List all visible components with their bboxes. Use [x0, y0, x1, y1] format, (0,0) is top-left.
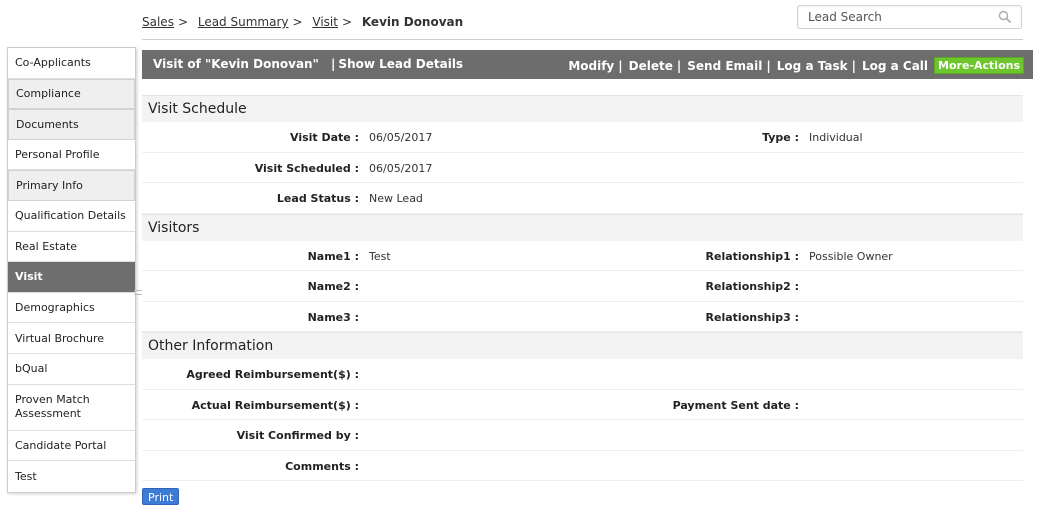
sidebar-item-virtual-brochure[interactable]: Virtual Brochure	[8, 323, 135, 354]
sidebar-item-visit[interactable]: Visit	[8, 262, 135, 293]
visit-date-value: 06/05/2017	[369, 131, 433, 144]
field-row: Lead Status : New Lead	[142, 183, 1023, 214]
name3-label: Name3 :	[307, 310, 359, 324]
action-bar: Visit of "Kevin Donovan" | Show Lead Deta…	[142, 50, 1033, 79]
breadcrumb: Sales > Lead Summary > Visit > Kevin Donova…	[142, 15, 463, 29]
search-icon[interactable]	[998, 10, 1012, 24]
action-separator: |	[331, 57, 336, 71]
sidebar-item-label: Primary Info	[16, 179, 83, 193]
relationship2-label: Relationship2 :	[705, 280, 799, 293]
field-row: Actual Reimbursement($) : Payment Sent d…	[142, 390, 1023, 420]
sidebar-item-demographics[interactable]: Demographics	[8, 292, 135, 324]
visit-confirmed-by-label: Visit Confirmed by :	[236, 429, 359, 442]
name1-value: Test	[369, 249, 391, 263]
sidebar-item-compliance[interactable]: Compliance	[8, 78, 135, 110]
breadcrumb-separator: >	[292, 15, 303, 29]
actual-reimbursement-label: Actual Reimbursement($) :	[191, 398, 359, 412]
section-title-visitors: Visitors	[142, 213, 1023, 241]
sidebar-item-label: Candidate Portal	[15, 438, 107, 452]
field-row: Agreed Reimbursement($) :	[142, 359, 1023, 390]
log-a-task-link[interactable]: Log a Task	[777, 59, 848, 73]
print-button[interactable]: Print	[142, 488, 180, 505]
type-value: Individual	[809, 131, 863, 144]
lead-status-value: New Lead	[369, 192, 423, 205]
relationship1-label: Relationship1 :	[705, 249, 799, 263]
lead-status-label: Lead Status :	[276, 192, 359, 205]
breadcrumb-separator: >	[177, 15, 189, 29]
sidebar-item-proven-match-assessment[interactable]: Proven Match Assessment	[8, 384, 135, 431]
field-row: Visit Confirmed by :	[142, 420, 1023, 451]
lead-search-box	[797, 5, 1022, 29]
log-a-call-link[interactable]: Log a Call	[862, 59, 928, 73]
relationship3-label: Relationship3 :	[705, 310, 799, 324]
modify-link[interactable]: Modify	[568, 59, 614, 73]
field-row: Visit Date : 06/05/2017 Type : Individua…	[142, 122, 1023, 153]
sidebar-item-label: Qualification Details	[15, 209, 126, 223]
record-title: Visit of "Kevin Donovan"	[153, 57, 319, 71]
sidebar-item-label: Documents	[16, 117, 79, 131]
field-row: Name2 : Relationship2 :	[142, 271, 1023, 302]
sidebar-item-primary-info[interactable]: Primary Info	[8, 170, 135, 201]
sidebar-item-label: Virtual Brochure	[15, 331, 105, 345]
sidebar-item-label: Demographics	[15, 301, 95, 315]
sidebar-item-label: Proven Match Assessment	[15, 393, 90, 421]
sidebar-item-real-estate[interactable]: Real Estate	[8, 231, 135, 263]
sidebar-item-label: bQual	[15, 362, 48, 376]
sidebar-item-candidate-portal[interactable]: Candidate Portal	[8, 430, 135, 462]
breadcrumb-sales-link[interactable]: Sales	[142, 15, 174, 29]
header-divider	[142, 39, 1023, 40]
section-title-other-information: Other Information	[142, 332, 1023, 359]
field-row: Name1 : Test Relationship1 : Possible Ow…	[142, 241, 1023, 271]
breadcrumb-lead-summary-link[interactable]: Lead Summary	[198, 15, 289, 29]
sidebar: Co-Applicants Compliance Documents Perso…	[7, 47, 136, 493]
delete-link[interactable]: Delete	[629, 59, 673, 73]
visit-scheduled-label: Visit Scheduled :	[254, 161, 359, 175]
name2-label: Name2 :	[307, 280, 359, 293]
type-label: Type :	[762, 131, 799, 144]
breadcrumb-current: Kevin Donovan	[361, 15, 464, 29]
section-title-visit-schedule: Visit Schedule	[142, 95, 1023, 122]
visit-details: Visit Schedule Visit Date : 06/05/2017 T…	[142, 95, 1023, 481]
field-row: Comments :	[142, 451, 1023, 481]
visit-date-label: Visit Date :	[290, 131, 359, 144]
sidebar-item-test[interactable]: Test	[8, 461, 135, 492]
show-lead-details-link[interactable]: Show Lead Details	[338, 57, 463, 71]
sidebar-item-label: Personal Profile	[15, 148, 100, 162]
action-separator: |	[676, 58, 682, 73]
sidebar-item-label: Visit	[15, 270, 43, 284]
sidebar-item-documents[interactable]: Documents	[8, 109, 135, 140]
comments-label: Comments :	[285, 459, 359, 473]
relationship1-value: Possible Owner	[809, 249, 893, 263]
more-actions-button[interactable]: More-Actions	[934, 57, 1024, 74]
sidebar-item-co-applicants[interactable]: Co-Applicants	[8, 48, 135, 79]
breadcrumb-separator: >	[341, 15, 353, 29]
sidebar-item-personal-profile[interactable]: Personal Profile	[8, 139, 135, 171]
action-separator: |	[618, 58, 623, 73]
lead-search-input[interactable]	[808, 10, 988, 24]
sidebar-item-label: Co-Applicants	[15, 56, 91, 70]
payment-sent-date-label: Payment Sent date :	[672, 398, 799, 412]
field-row: Name3 : Relationship3 :	[142, 302, 1023, 332]
breadcrumb-visit-link[interactable]: Visit	[312, 15, 338, 29]
visit-scheduled-value: 06/05/2017	[369, 161, 433, 175]
send-email-link[interactable]: Send Email	[687, 59, 762, 73]
sidebar-item-bqual[interactable]: bQual	[8, 353, 135, 385]
name1-label: Name1 :	[307, 249, 359, 263]
sidebar-item-label: Test	[15, 469, 37, 483]
action-separator: |	[851, 58, 856, 73]
sidebar-item-label: Compliance	[16, 87, 81, 101]
sidebar-item-qualification-details[interactable]: Qualification Details	[8, 200, 135, 232]
sidebar-resize-handle[interactable]	[134, 290, 142, 295]
action-separator: |	[766, 58, 771, 73]
agreed-reimbursement-label: Agreed Reimbursement($) :	[186, 368, 359, 381]
sidebar-item-label: Real Estate	[15, 239, 78, 253]
field-row: Visit Scheduled : 06/05/2017	[142, 153, 1023, 183]
